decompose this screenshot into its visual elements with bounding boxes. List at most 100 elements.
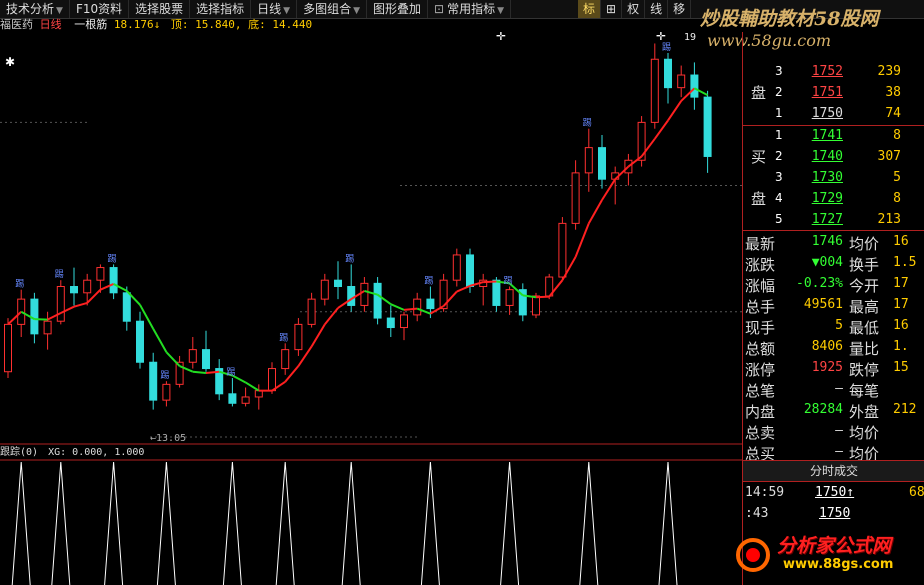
candle-up[interactable] bbox=[505, 289, 514, 306]
candle-down[interactable] bbox=[136, 320, 144, 363]
pattern-tag: 踢 bbox=[424, 276, 433, 287]
candle-up[interactable] bbox=[188, 349, 197, 363]
candle-down[interactable] bbox=[149, 361, 158, 401]
menu-overlay[interactable]: 图形叠加 bbox=[367, 0, 429, 18]
candle-down[interactable] bbox=[70, 286, 78, 294]
button-rights[interactable]: 权 bbox=[622, 0, 646, 18]
candle-up[interactable] bbox=[413, 298, 422, 316]
quote-row: 现手 5 最低 16 bbox=[743, 316, 924, 337]
menu-technical-analysis[interactable]: 技术分析 ▼ bbox=[0, 0, 70, 18]
candle-up[interactable] bbox=[281, 349, 290, 370]
button-move[interactable]: 移 bbox=[668, 0, 692, 18]
menu-multi-chart[interactable]: 多图组合 ▼ bbox=[297, 0, 368, 18]
menu-label: 图形叠加 bbox=[373, 2, 422, 16]
buy-level-row[interactable]: 1 1741 8 bbox=[743, 126, 924, 147]
candle-up[interactable] bbox=[96, 267, 105, 281]
candle-down[interactable] bbox=[426, 298, 435, 310]
candle-up[interactable] bbox=[452, 254, 461, 281]
menu-label: 多图组合 bbox=[303, 2, 352, 16]
trade-price: 1750 bbox=[819, 506, 851, 521]
candle-up[interactable] bbox=[320, 279, 329, 300]
buy-level-row[interactable]: 5 1727 213 bbox=[743, 210, 924, 231]
candle-up[interactable] bbox=[307, 298, 316, 325]
quote-side-panel: 盘 3 1752 239 2 1751 38 1 1750 74 买 盘 1 1… bbox=[742, 32, 924, 585]
chevron-down-icon: ▼ bbox=[283, 6, 291, 16]
bottom-label: 底: bbox=[248, 18, 266, 31]
candle-down[interactable] bbox=[703, 96, 712, 157]
button-mark[interactable]: 标 bbox=[578, 0, 602, 18]
candle-down[interactable] bbox=[598, 147, 606, 180]
candle-down[interactable] bbox=[690, 74, 699, 98]
candle-up[interactable] bbox=[650, 58, 659, 123]
candle-down[interactable] bbox=[373, 282, 382, 319]
quote-value: 28284 bbox=[803, 402, 843, 417]
candle-up[interactable] bbox=[83, 279, 92, 294]
candle-down[interactable] bbox=[466, 254, 474, 287]
candle-down[interactable] bbox=[347, 286, 356, 306]
candle-up[interactable] bbox=[584, 147, 593, 174]
candle-down[interactable] bbox=[202, 349, 210, 370]
menu-label: 选择股票 bbox=[135, 2, 184, 16]
candle-up[interactable] bbox=[162, 383, 171, 401]
candle-up[interactable] bbox=[571, 172, 580, 224]
candle-down[interactable] bbox=[492, 279, 501, 306]
menu-label: 选择指标 bbox=[196, 2, 245, 16]
quote-value-right: 17 bbox=[893, 276, 909, 291]
menu-select-stock[interactable]: 选择股票 bbox=[129, 0, 191, 18]
top-label: 顶: bbox=[170, 18, 189, 31]
candle-up[interactable] bbox=[294, 323, 303, 351]
candle-up[interactable] bbox=[43, 320, 52, 335]
candle-down[interactable] bbox=[664, 58, 672, 89]
quote-value-right: 1. bbox=[893, 339, 909, 354]
sell-volume: 38 bbox=[885, 85, 901, 100]
candle-up[interactable] bbox=[400, 314, 408, 329]
button-line[interactable]: 线 bbox=[645, 0, 669, 18]
quote-label: 最新 bbox=[745, 235, 776, 253]
buy-price: 1740 bbox=[811, 149, 843, 164]
candle-up[interactable] bbox=[532, 295, 540, 316]
menu-period[interactable]: 日线 ▼ bbox=[251, 0, 298, 18]
sell-level-row[interactable]: 1 1750 74 bbox=[743, 104, 924, 125]
divider bbox=[743, 230, 924, 231]
buy-level-row[interactable]: 4 1729 8 bbox=[743, 189, 924, 210]
buy-level-row[interactable]: 3 1730 5 bbox=[743, 168, 924, 189]
candle-down[interactable] bbox=[334, 279, 342, 287]
candle-up[interactable] bbox=[558, 222, 567, 278]
menu-label: 技术分析 bbox=[6, 2, 55, 16]
indicator-formula: XG: 0.000, 1.000 bbox=[48, 447, 145, 458]
timesales-header[interactable]: 分时成交 bbox=[743, 460, 924, 482]
candle-down[interactable] bbox=[228, 393, 237, 404]
candle-up[interactable] bbox=[4, 323, 12, 373]
candle-up[interactable] bbox=[360, 282, 369, 306]
candlestick-chart[interactable]: 踢踢踢踢 踢踢踢踢 踢踢踢 ←13.05 19 ✱ ✛ ✛ bbox=[0, 32, 742, 585]
menu-f10[interactable]: F10资料 bbox=[70, 0, 130, 18]
button-grid[interactable]: ⊞ bbox=[601, 0, 623, 18]
buy-volume: 213 bbox=[877, 212, 901, 227]
menu-common-indicators[interactable]: ⊡ 常用指标 ▼ bbox=[428, 0, 512, 18]
candle-down[interactable] bbox=[386, 317, 395, 329]
menu-select-indicator[interactable]: 选择指标 bbox=[190, 0, 252, 18]
candle-up[interactable] bbox=[241, 396, 250, 404]
sell-price: 1751 bbox=[811, 85, 843, 100]
ma-line-segment bbox=[403, 307, 418, 311]
xg-signal-spike bbox=[156, 461, 176, 585]
quote-label-right: 换手 bbox=[849, 256, 880, 274]
candle-down[interactable] bbox=[30, 298, 39, 335]
quote-value-right: 1.5 bbox=[893, 255, 917, 270]
candle-down[interactable] bbox=[122, 292, 131, 322]
candle-down[interactable] bbox=[109, 267, 118, 294]
ma-line-segment bbox=[390, 303, 405, 311]
quote-label-right: 最高 bbox=[849, 298, 880, 316]
lock-icon: ⊡ bbox=[434, 2, 445, 16]
quote-label-right: 量比 bbox=[849, 340, 880, 358]
quote-label: 涨停 bbox=[745, 361, 776, 379]
candle-up[interactable] bbox=[56, 286, 65, 322]
candle-up[interactable] bbox=[677, 74, 686, 89]
quote-label: 涨幅 bbox=[745, 277, 776, 295]
indicator-value: 18.176↓ bbox=[113, 18, 161, 31]
sell-level-row[interactable]: 2 1751 38 bbox=[743, 83, 924, 104]
candle-up[interactable] bbox=[268, 368, 276, 392]
buy-level-row[interactable]: 2 1740 307 bbox=[743, 147, 924, 168]
pattern-tag: 踢 bbox=[583, 118, 592, 129]
sell-level-row[interactable]: 3 1752 239 bbox=[743, 62, 924, 83]
